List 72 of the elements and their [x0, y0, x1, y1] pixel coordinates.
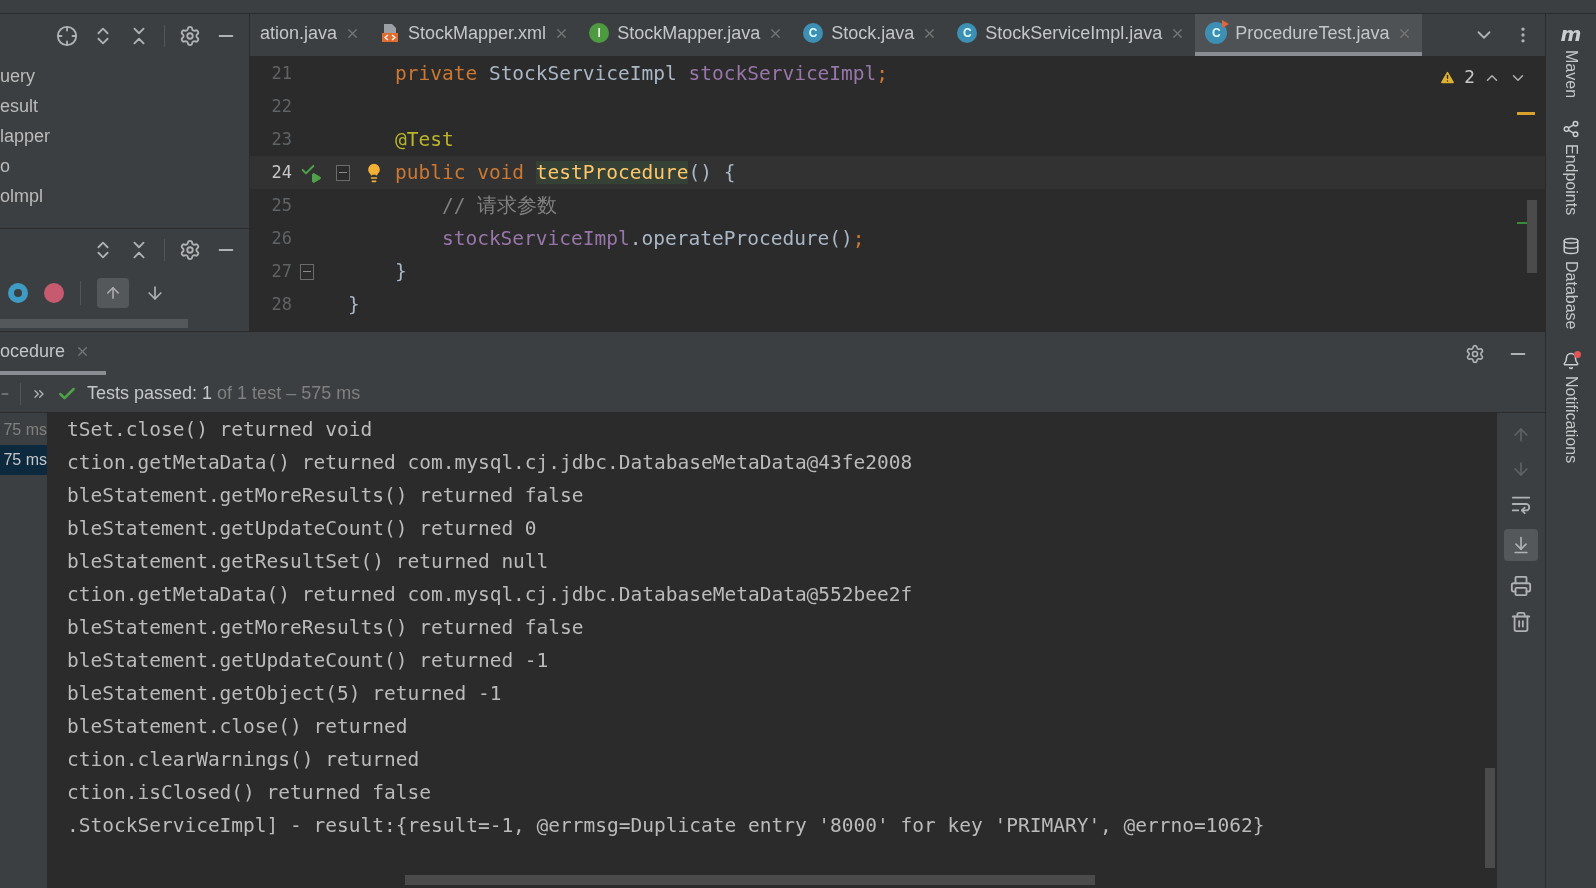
xml-file-icon: [380, 23, 401, 43]
console-line: bleStatement.getResultSet() returned null: [67, 549, 549, 575]
console-line: bleStatement.getUpdateCount() returned 0: [67, 516, 537, 542]
line-number: 26: [270, 226, 292, 250]
class-icon: C: [803, 23, 824, 43]
editor-tab[interactable]: C ProcedureTest.java: [1195, 14, 1423, 56]
endpoints-icon: [1562, 120, 1580, 139]
interface-icon: I: [589, 23, 610, 43]
database-icon: [1562, 237, 1580, 256]
warning-count: 2: [1464, 66, 1475, 89]
line-number: 25: [270, 193, 292, 217]
locate-icon[interactable]: [56, 24, 78, 47]
run-tab[interactable]: ocedure: [0, 332, 107, 375]
settings-icon[interactable]: [179, 24, 201, 47]
line-number: 27: [270, 259, 292, 283]
tree-item[interactable]: o: [0, 151, 10, 181]
sidebar-tool[interactable]: Database: [1559, 261, 1583, 330]
tree-item[interactable]: lapper: [0, 121, 51, 151]
code-line: }: [348, 291, 360, 318]
console-line: ction.clearWarnings() returned: [67, 747, 420, 773]
scroll-to-end-button[interactable]: [1504, 529, 1538, 561]
code-line: }: [393, 258, 407, 285]
tree-item[interactable]: olmpl: [0, 181, 43, 211]
editor-tab[interactable]: I StockMapper.java: [579, 14, 794, 56]
tree-item[interactable]: esult: [0, 91, 39, 121]
test-class-icon: C: [1205, 22, 1228, 44]
bell-icon: [1562, 351, 1580, 370]
maven-icon: m: [1560, 24, 1582, 44]
editor-tab[interactable]: StockMapper.xml: [370, 14, 580, 56]
line-number: 28: [270, 292, 292, 316]
tree-item[interactable]: uery: [0, 61, 35, 91]
scrollbar-thumb[interactable]: [1527, 200, 1537, 273]
scroll-to-end-icon: [1511, 535, 1531, 555]
scrollbar-thumb[interactable]: [1485, 768, 1495, 868]
console-line: bleStatement.close() returned: [67, 714, 408, 740]
fold-icon[interactable]: [336, 164, 350, 181]
console-line: bleStatement.getObject(5) returned -1: [67, 681, 502, 707]
fold-icon[interactable]: [300, 263, 314, 280]
scrollbar-thumb[interactable]: [405, 875, 1095, 885]
class-icon: C: [957, 23, 978, 43]
console-line: bleStatement.getUpdateCount() returned -1: [67, 648, 549, 674]
code-line: // 请求参数: [440, 192, 558, 219]
line-number: 21: [270, 61, 292, 85]
console-line: ction.getMetaData() returned com.mysql.cj.jdbc.DatabaseMetaData@552bee2f: [67, 582, 913, 608]
code-line: public void testProcedure() {: [393, 159, 736, 186]
console-line: .StockServiceImpl] - result:{result=-1, @errmsg=Duplicate entry '8000' for key 'PRIMARY', @errno=1062}: [67, 813, 1265, 839]
code-line: stockServiceImpl.operateProcedure();: [440, 225, 865, 252]
warning-icon[interactable]: [1439, 69, 1457, 87]
console-line: ction.getMetaData() returned com.mysql.cj.jdbc.DatabaseMetaData@43fe2008: [67, 450, 913, 476]
editor-tab[interactable]: C Stock.java: [793, 14, 948, 56]
line-number: 24: [270, 160, 292, 184]
editor-tab[interactable]: ation.java: [250, 14, 371, 56]
console-line: bleStatement.getMoreResults() returned false: [67, 615, 584, 641]
sidebar-tool[interactable]: Maven: [1559, 50, 1583, 99]
console-line: ction.isClosed() returned false: [67, 780, 431, 806]
code-line: private StockServiceImpl stockServiceImpl;: [393, 60, 889, 87]
settings-icon[interactable]: [1465, 343, 1485, 364]
test-status: Tests passed: 1 of 1 test – 575 ms: [87, 382, 361, 405]
settings-icon[interactable]: [179, 239, 201, 261]
sidebar-tool[interactable]: Notifications: [1559, 375, 1583, 463]
move-up-button[interactable]: [97, 278, 129, 308]
trash-icon[interactable]: [1510, 611, 1532, 633]
console-line: tSet.close() returned void: [67, 417, 373, 443]
line-number: 22: [270, 94, 292, 118]
print-icon[interactable]: [1510, 575, 1532, 597]
scrollbar-thumb[interactable]: [0, 318, 188, 328]
sidebar-tool[interactable]: Endpoints: [1559, 144, 1583, 216]
code-line: @Test: [393, 126, 454, 153]
test-duration[interactable]: 75 ms: [0, 445, 47, 475]
line-number: 23: [270, 127, 292, 151]
editor-tab[interactable]: C StockServiceImpl.java: [947, 14, 1196, 56]
console-line: bleStatement.getMoreResults() returned false: [67, 483, 584, 509]
